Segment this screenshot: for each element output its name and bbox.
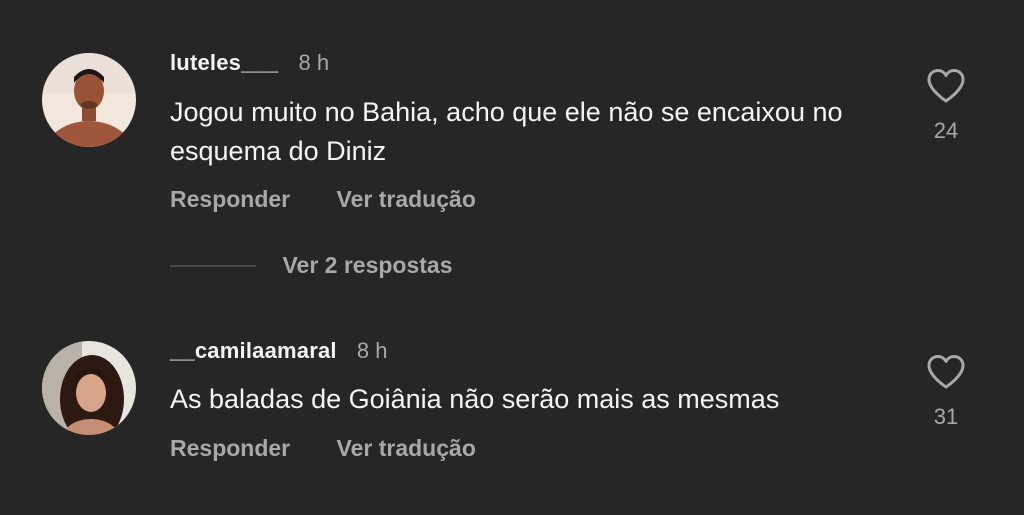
comment-meta: __camilaamaral 8 h [170, 338, 387, 364]
avatar[interactable] [42, 341, 136, 435]
like-button[interactable]: 24 [918, 68, 974, 144]
comment-text: As baladas de Goiânia não serão mais as … [170, 384, 780, 414]
like-count: 24 [933, 118, 959, 143]
translate-button[interactable]: Ver tradução [337, 435, 476, 461]
reply-button[interactable]: Responder [170, 186, 290, 212]
heart-outline-icon [918, 354, 974, 390]
like-count: 31 [933, 404, 959, 429]
timestamp: 8 h [298, 50, 330, 75]
comment-actions: Responder Ver tradução [170, 186, 476, 213]
timestamp: 8 h [356, 338, 388, 363]
username-link[interactable]: luteles___ [170, 50, 278, 75]
heart-outline-icon [918, 68, 974, 104]
reply-button[interactable]: Responder [170, 435, 290, 461]
view-replies[interactable]: Ver 2 respostas [170, 252, 453, 279]
username-link[interactable]: __camilaamaral [170, 338, 337, 363]
replies-divider [170, 264, 256, 267]
view-replies-button[interactable]: Ver 2 respostas [282, 252, 452, 278]
comment-actions: Responder Ver tradução [170, 435, 476, 462]
comment-text: Jogou muito no Bahia, acho que ele não s… [170, 97, 843, 166]
like-button[interactable]: 31 [918, 354, 974, 430]
comment-meta: luteles___ 8 h [170, 50, 329, 76]
translate-button[interactable]: Ver tradução [337, 186, 476, 212]
avatar[interactable] [42, 53, 136, 147]
